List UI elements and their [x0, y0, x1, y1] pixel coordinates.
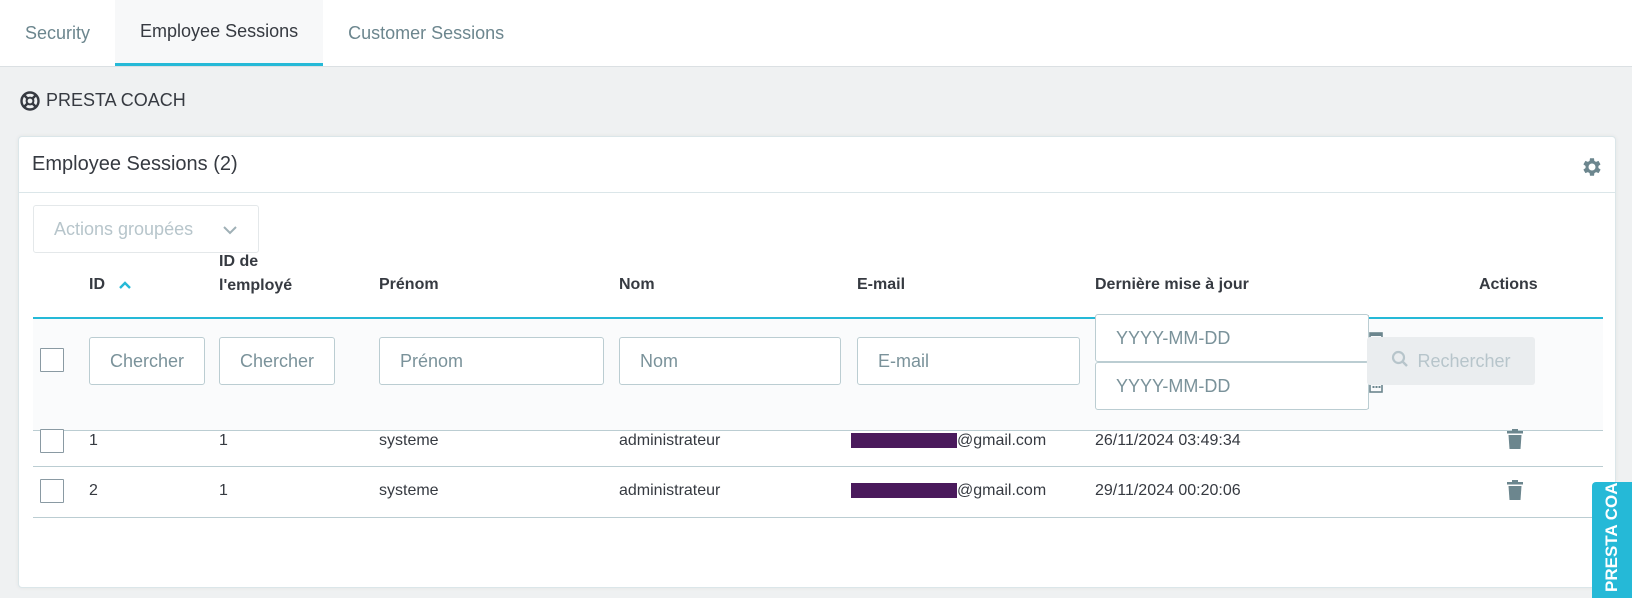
row-checkbox[interactable] [40, 479, 64, 503]
column-header-lastname[interactable]: Nom [619, 273, 655, 297]
date-from-field [1095, 314, 1383, 362]
row-divider [33, 517, 1603, 518]
presta-coach-side-tab[interactable]: PRESTA COACH [1592, 482, 1632, 598]
column-header-last-update[interactable]: Dernière mise à jour [1095, 273, 1249, 297]
search-button[interactable]: Rechercher [1367, 337, 1535, 385]
filter-employee-id-input[interactable] [219, 337, 335, 385]
email-suffix: @gmail.com [957, 432, 1047, 449]
column-header-firstname[interactable]: Prénom [379, 273, 439, 297]
cell-lastname: administrateur [619, 432, 721, 449]
side-tab-label: PRESTA COACH [1602, 482, 1621, 592]
presta-coach-link[interactable]: PRESTA COACH [20, 90, 186, 111]
tab-customer-sessions[interactable]: Customer Sessions [323, 0, 529, 66]
cell-firstname: systeme [379, 482, 439, 499]
trash-icon[interactable] [1507, 429, 1523, 454]
email-suffix: @gmail.com [957, 482, 1047, 499]
date-to-field [1095, 362, 1383, 410]
filter-email-input[interactable] [857, 337, 1080, 385]
tab-employee-sessions[interactable]: Employee Sessions [115, 0, 324, 66]
chevron-down-icon [222, 219, 238, 240]
sort-ascending-icon[interactable] [119, 273, 132, 297]
date-from-input[interactable] [1096, 315, 1369, 361]
select-all-checkbox[interactable] [40, 348, 64, 372]
bulk-actions-dropdown[interactable]: Actions groupées [33, 205, 259, 253]
cell-employee-id: 1 [219, 482, 228, 499]
redaction-bar [851, 433, 957, 449]
cell-id: 2 [89, 482, 98, 499]
filter-id-input[interactable] [89, 337, 205, 385]
column-header-email[interactable]: E-mail [857, 273, 905, 297]
tab-security[interactable]: Security [0, 0, 115, 66]
filter-firstname-input[interactable] [379, 337, 604, 385]
presta-coach-label: PRESTA COACH [46, 90, 186, 110]
panel-title: Employee Sessions (2) [32, 153, 238, 175]
search-icon [1391, 350, 1409, 373]
row-divider [33, 466, 1603, 467]
column-employee-id-line1: ID de [219, 253, 259, 270]
cell-email: @gmail.com [851, 431, 1046, 451]
date-to-input[interactable] [1096, 363, 1369, 409]
column-id-label: ID [89, 276, 105, 294]
cell-firstname: systeme [379, 432, 439, 449]
cell-id: 1 [89, 432, 98, 449]
trash-icon[interactable] [1507, 480, 1523, 505]
cell-employee-id: 1 [219, 432, 228, 449]
panel-header: Employee Sessions (2) [19, 137, 1615, 193]
filter-lastname-input[interactable] [619, 337, 841, 385]
column-employee-id-line2: l'employé [219, 277, 293, 294]
cell-last-update: 26/11/2024 03:49:34 [1095, 432, 1241, 449]
bulk-actions-label: Actions groupées [54, 218, 194, 239]
cell-last-update: 29/11/2024 00:20:06 [1095, 482, 1241, 499]
column-header-id[interactable]: ID [89, 273, 132, 297]
column-header-actions: Actions [1479, 276, 1538, 293]
column-header-employee-id[interactable]: ID de l'employé [219, 250, 292, 298]
sessions-panel: Employee Sessions (2) Actions groupées I… [18, 136, 1616, 588]
cell-lastname: administrateur [619, 482, 721, 499]
gear-icon[interactable] [1579, 155, 1603, 184]
lifebuoy-icon [20, 90, 40, 111]
redaction-bar [851, 483, 957, 499]
search-button-label: Rechercher [1417, 350, 1511, 371]
cell-email: @gmail.com [851, 481, 1046, 501]
row-checkbox[interactable] [40, 429, 64, 453]
tab-bar: Security Employee Sessions Customer Sess… [0, 0, 1632, 67]
